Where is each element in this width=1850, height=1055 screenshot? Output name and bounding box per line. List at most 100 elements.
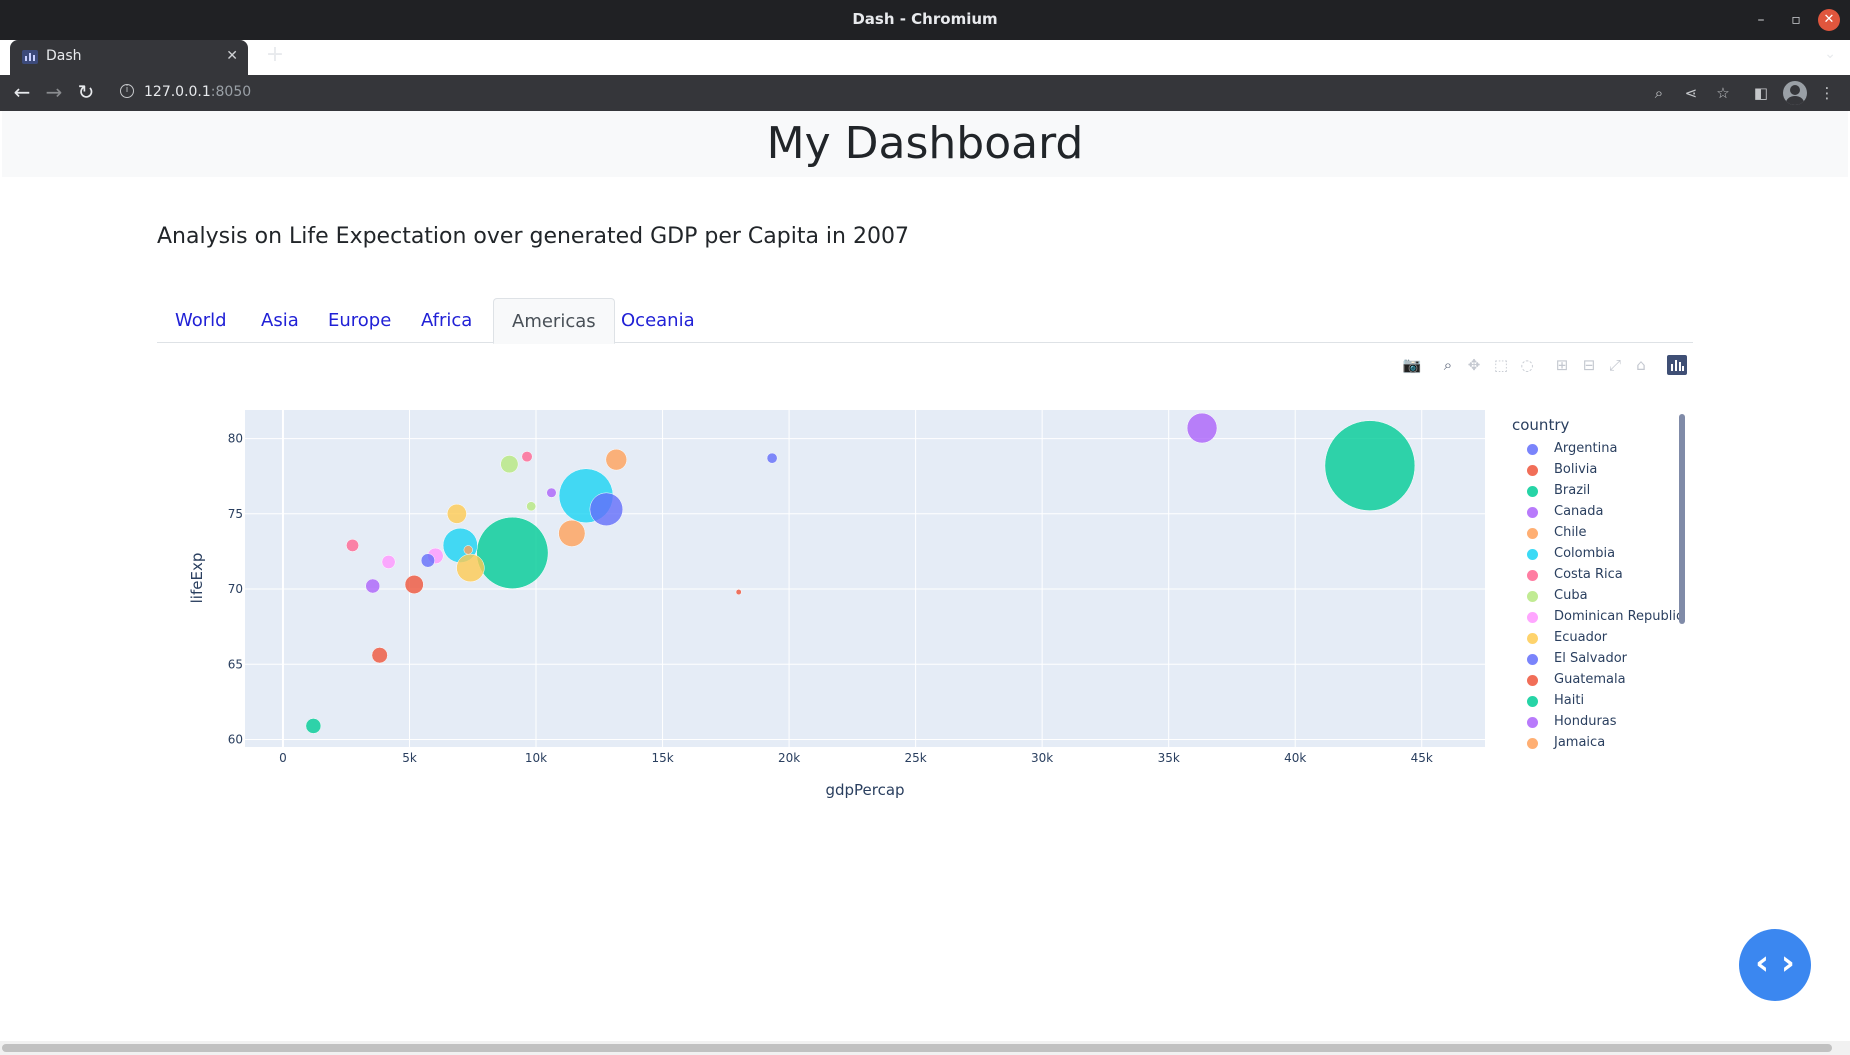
share-icon[interactable]: ⋖ (1679, 81, 1703, 105)
legend-marker-icon (1527, 486, 1538, 497)
browser-menu-icon[interactable]: ⋮ (1815, 81, 1839, 105)
legend-item[interactable]: Dominican Republic (1527, 608, 1687, 626)
bubble-ecuador[interactable] (447, 503, 467, 524)
legend-label: Canada (1554, 504, 1604, 519)
side-panel-icon[interactable]: ◧ (1749, 81, 1773, 105)
bookmark-star-icon[interactable]: ☆ (1711, 81, 1735, 105)
x-tick-label: 20k (778, 751, 800, 765)
back-icon[interactable]: ← (8, 79, 36, 107)
profile-avatar-icon[interactable] (1783, 81, 1807, 105)
x-tick-label: 25k (905, 751, 927, 765)
bubble-united-states[interactable] (1324, 420, 1416, 511)
legend-item[interactable]: Brazil (1527, 482, 1687, 500)
tab-title: Dash (46, 48, 82, 64)
legend-item[interactable]: Costa Rica (1527, 566, 1687, 584)
legend-item[interactable]: Colombia (1527, 545, 1687, 563)
bubble-guatemala[interactable] (404, 575, 424, 594)
bubble-nicaragua[interactable] (346, 538, 359, 552)
close-window-icon[interactable]: ✕ (1818, 9, 1840, 31)
legend-marker-icon (1527, 654, 1538, 665)
legend-item[interactable]: Guatemala (1527, 671, 1687, 689)
legend-item[interactable]: Bolivia (1527, 461, 1687, 479)
y-tick-label: 65 (228, 657, 243, 671)
legend-item[interactable]: Chile (1527, 524, 1687, 542)
address-bar[interactable]: i 127.0.0.1:8050 (110, 78, 1640, 108)
legend-item[interactable]: Argentina (1527, 440, 1687, 458)
legend-label: Chile (1554, 525, 1587, 540)
legend-item[interactable]: Cuba (1527, 587, 1687, 605)
bubble-haiti[interactable] (305, 718, 322, 734)
legend-marker-icon (1527, 675, 1538, 686)
tab-list-chevron-icon[interactable]: ⌄ (1824, 46, 1836, 62)
bubble-canada[interactable] (1186, 412, 1218, 444)
bubble-costa-rica[interactable] (521, 451, 533, 463)
bubble-chile[interactable] (605, 448, 628, 471)
minimize-icon[interactable]: – (1750, 9, 1772, 31)
legend-marker-icon (1527, 549, 1538, 560)
bubble-puerto-rico[interactable] (766, 452, 778, 464)
x-tick-label: 5k (402, 751, 417, 765)
scrollbar-thumb[interactable] (2, 1044, 1832, 1052)
legend-marker-icon (1527, 633, 1538, 644)
legend-label: Ecuador (1554, 630, 1608, 645)
forward-icon[interactable]: → (40, 79, 68, 107)
legend-item[interactable]: Canada (1527, 503, 1687, 521)
legend-item[interactable]: El Salvador (1527, 650, 1687, 668)
legend-item[interactable]: Haiti (1527, 692, 1687, 710)
legend-item[interactable]: Jamaica (1527, 734, 1687, 752)
reload-icon[interactable]: ↻ (72, 79, 100, 107)
horizontal-scrollbar[interactable] (0, 1041, 1850, 1055)
legend-marker-icon (1527, 612, 1538, 623)
legend-label: Costa Rica (1554, 567, 1623, 582)
x-tick-label: 30k (1031, 751, 1053, 765)
browser-toolbar: ← → ↻ i 127.0.0.1:8050 ⌕ ⋖ ☆ ◧ ⋮ (0, 75, 1850, 111)
y-tick-labels: 60 65 70 75 80 (228, 432, 243, 747)
bubble-el-salvador[interactable] (420, 553, 435, 568)
bubble-venezuela[interactable] (558, 519, 586, 547)
bubble-paraguay[interactable] (381, 554, 396, 569)
x-axis-label: gdpPercap (825, 781, 904, 799)
bubble-peru[interactable] (456, 553, 485, 583)
bubble-cuba[interactable] (500, 455, 519, 474)
legend-title: country (1512, 416, 1570, 434)
x-tick-label: 10k (525, 751, 547, 765)
legend-label: Honduras (1554, 714, 1617, 729)
url-text[interactable]: 127.0.0.1:8050 (144, 84, 251, 100)
bubble-trinidad-and-tobago[interactable] (735, 589, 742, 596)
legend-label: Guatemala (1554, 672, 1626, 687)
legend-marker-icon (1527, 444, 1538, 455)
window-title: Dash - Chromium (852, 10, 998, 28)
dash-favicon-icon (22, 50, 38, 64)
y-axis-label: lifeExp (188, 553, 206, 604)
browser-tab[interactable]: Dash ✕ (10, 40, 248, 75)
legend-scrollbar[interactable] (1679, 414, 1685, 624)
legend-label: Dominican Republic (1554, 609, 1684, 624)
bubble-honduras[interactable] (365, 578, 381, 594)
site-info-icon[interactable]: i (120, 84, 134, 98)
new-tab-icon[interactable]: + (262, 43, 288, 69)
tab-close-icon[interactable]: ✕ (226, 48, 238, 64)
bubble-brazil[interactable] (476, 516, 549, 589)
legend-label: Haiti (1554, 693, 1585, 708)
legend-item[interactable]: Ecuador (1527, 629, 1687, 647)
legend-label: El Salvador (1554, 651, 1627, 666)
bubble-jamaica[interactable] (463, 545, 473, 555)
maximize-icon[interactable]: ▫ (1785, 9, 1807, 31)
legend-marker-icon (1527, 591, 1538, 602)
legend-marker-icon (1527, 528, 1538, 539)
bubble-uruguay[interactable] (546, 487, 557, 498)
zoom-lens-icon[interactable]: ⌕ (1647, 81, 1671, 105)
x-tick-label: 0 (279, 751, 287, 765)
plot-area (245, 410, 1485, 747)
page-viewport: My Dashboard Analysis on Life Expectatio… (0, 111, 1850, 1041)
window-titlebar: Dash - Chromium – ▫ ✕ (0, 0, 1850, 40)
x-tick-labels: 0 5k 10k 15k 20k 25k 30k 35k 40k 45k (279, 751, 1433, 765)
debug-toggle-button[interactable]: ‹ › (1739, 929, 1811, 1001)
legend-marker-icon (1527, 696, 1538, 707)
bubble-panama[interactable] (526, 501, 537, 512)
y-tick-label: 80 (228, 432, 243, 446)
legend-marker-icon (1527, 738, 1538, 749)
bubble-argentina[interactable] (589, 492, 624, 527)
legend-item[interactable]: Honduras (1527, 713, 1687, 731)
bubble-bolivia[interactable] (371, 647, 388, 664)
